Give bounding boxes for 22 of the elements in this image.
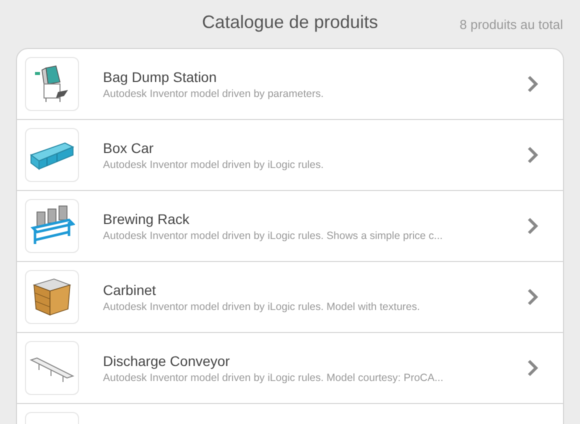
product-row[interactable]: Bag Dump Station Autodesk Inventor model driven by parameters. [17, 49, 563, 120]
product-name: Discharge Conveyor [103, 352, 231, 368]
page-title: Catalogue de produits [202, 12, 378, 32]
product-row[interactable]: Box Car Autodesk Inventor model driven by iLogic rules. [17, 120, 563, 191]
chevron-right-icon[interactable] [527, 359, 539, 377]
product-description: Autodesk Inventor model driven by iLogic rules. Shows a simple price c... [103, 230, 444, 242]
product-name: Brewing Rack [103, 210, 190, 226]
product-count: 8 produits au total [460, 17, 563, 32]
product-name: Bag Dump Station [103, 68, 218, 84]
chevron-right-icon[interactable] [527, 288, 539, 306]
product-name: Box Car [103, 140, 155, 156]
chevron-right-icon[interactable] [527, 217, 539, 235]
product-row[interactable]: Discharge Conveyor Autodesk Inventor model driven by iLogic rules. Model courtesy: ProCA... [17, 333, 563, 404]
product-description: Autodesk Inventor model driven by parameters. [103, 88, 325, 100]
product-row[interactable]: Brewing Rack Autodesk Inventor model driven by iLogic rules. Shows a simple price c... [17, 191, 563, 262]
chevron-right-icon[interactable] [527, 146, 539, 164]
product-description: Autodesk Inventor model driven by iLogic rules. Model with textures. [103, 300, 421, 312]
chevron-right-icon[interactable] [527, 75, 539, 93]
product-name: Carbinet [103, 282, 157, 298]
product-description: Autodesk Inventor model driven by iLogic rules. [103, 158, 325, 170]
product-row[interactable]: Carbinet Autodesk Inventor model driven by iLogic rules. Model with textures. [17, 262, 563, 333]
product-description: Autodesk Inventor model driven by iLogic rules. Model courtesy: ProCA... [103, 372, 444, 384]
